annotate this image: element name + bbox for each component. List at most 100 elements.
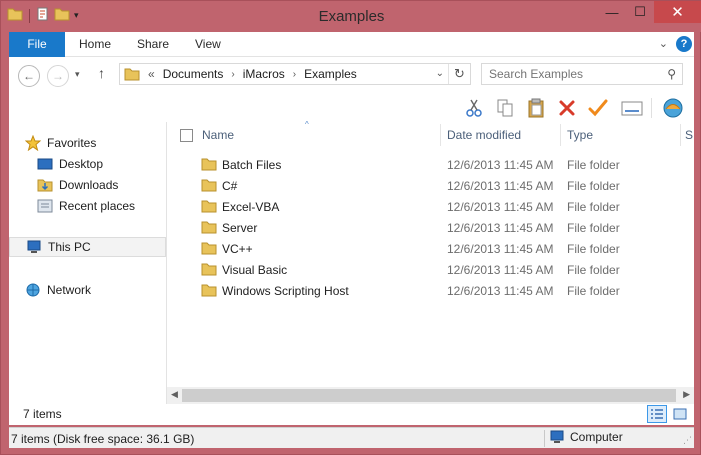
paste-icon[interactable] bbox=[524, 97, 548, 119]
network-icon bbox=[25, 282, 41, 298]
folder-icon bbox=[201, 241, 217, 258]
maximize-button[interactable]: ☐ bbox=[626, 1, 654, 23]
file-date: 12/6/2013 11:45 AM bbox=[447, 179, 554, 193]
nav-favorites[interactable]: Favorites bbox=[25, 133, 165, 153]
folder-icon bbox=[201, 283, 217, 300]
minimize-button[interactable]: — bbox=[598, 1, 626, 23]
explorer-window: ▾ Examples — ☐ ✕ File Home Share View ⌄ … bbox=[0, 0, 701, 455]
title-bar: ▾ Examples — ☐ ✕ bbox=[1, 1, 701, 32]
breadcrumb-imacros[interactable]: iMacros bbox=[243, 67, 285, 81]
disk-space-text: 7 items (Disk free space: 36.1 GB) bbox=[11, 432, 195, 446]
tab-file[interactable]: File bbox=[9, 32, 65, 57]
file-type: File folder bbox=[567, 158, 620, 172]
tab-share[interactable]: Share bbox=[137, 32, 169, 57]
column-size[interactable]: S bbox=[685, 122, 693, 148]
back-button[interactable]: ← bbox=[18, 65, 40, 87]
tab-home[interactable]: Home bbox=[79, 32, 111, 57]
file-date: 12/6/2013 11:45 AM bbox=[447, 263, 554, 277]
nav-recent-places-label: Recent places bbox=[59, 199, 136, 213]
chevron-down-icon[interactable]: ⌄ bbox=[436, 68, 444, 79]
search-box[interactable]: ⚲ bbox=[481, 63, 683, 85]
back-arrow-icon: ← bbox=[23, 69, 35, 83]
resize-grip-icon[interactable]: ⋰ bbox=[683, 435, 692, 446]
column-name[interactable]: Name bbox=[202, 122, 234, 148]
column-divider[interactable] bbox=[560, 124, 561, 146]
file-name: Visual Basic bbox=[222, 263, 288, 277]
nav-this-pc[interactable]: This PC bbox=[9, 237, 166, 257]
downloads-icon bbox=[37, 177, 53, 193]
nav-downloads[interactable]: Downloads bbox=[37, 175, 165, 195]
column-date-modified[interactable]: Date modified bbox=[447, 122, 521, 148]
file-type: File folder bbox=[567, 200, 620, 214]
nav-recent-places[interactable]: Recent places bbox=[37, 196, 165, 216]
folder-icon bbox=[201, 178, 217, 195]
scroll-right-icon[interactable]: ▶ bbox=[683, 389, 690, 400]
folder-icon bbox=[201, 199, 217, 216]
table-row[interactable]: VC++ 12/6/2013 11:45 AM File folder bbox=[167, 238, 687, 259]
column-type[interactable]: Type bbox=[567, 122, 593, 148]
select-all-checkbox[interactable] bbox=[180, 129, 193, 142]
file-type: File folder bbox=[567, 284, 620, 298]
location-label: Computer bbox=[570, 430, 623, 444]
table-row[interactable]: Visual Basic 12/6/2013 11:45 AM File fol… bbox=[167, 259, 687, 280]
column-divider[interactable] bbox=[440, 124, 441, 146]
location-indicator: Computer bbox=[549, 430, 623, 444]
file-name: C# bbox=[222, 179, 238, 193]
large-icons-view-button[interactable] bbox=[670, 405, 690, 423]
file-type: File folder bbox=[567, 263, 620, 277]
breadcrumb-examples[interactable]: Examples bbox=[304, 67, 357, 81]
toolbar-divider bbox=[651, 98, 652, 118]
status-divider bbox=[544, 430, 545, 447]
folder-icon bbox=[201, 262, 217, 279]
properties-icon[interactable] bbox=[620, 97, 644, 119]
close-icon: ✕ bbox=[671, 4, 684, 21]
maximize-icon: ☐ bbox=[634, 4, 646, 19]
refresh-icon[interactable]: ↻ bbox=[448, 64, 470, 84]
column-divider[interactable] bbox=[680, 124, 681, 146]
recent-locations-icon[interactable]: ▾ bbox=[75, 69, 80, 80]
table-row[interactable]: Server 12/6/2013 11:45 AM File folder bbox=[167, 217, 687, 238]
rename-icon[interactable] bbox=[586, 97, 610, 119]
table-row[interactable]: Excel-VBA 12/6/2013 11:45 AM File folder bbox=[167, 196, 687, 217]
nav-desktop[interactable]: Desktop bbox=[37, 154, 165, 174]
tab-view[interactable]: View bbox=[195, 32, 221, 57]
close-button[interactable]: ✕ bbox=[654, 1, 701, 23]
nav-this-pc-label: This PC bbox=[48, 240, 91, 254]
file-name: Windows Scripting Host bbox=[222, 284, 349, 298]
details-view-button[interactable] bbox=[647, 405, 667, 423]
table-row[interactable]: Batch Files 12/6/2013 11:45 AM File fold… bbox=[167, 154, 687, 175]
help-icon[interactable]: ? bbox=[676, 36, 692, 52]
file-name: Excel-VBA bbox=[222, 200, 280, 214]
chevron-right-icon[interactable]: › bbox=[231, 69, 234, 80]
table-row[interactable]: C# 12/6/2013 11:45 AM File folder bbox=[167, 175, 687, 196]
horizontal-scrollbar[interactable]: ◀ ▶ bbox=[167, 387, 694, 404]
file-type: File folder bbox=[567, 242, 620, 256]
nav-network[interactable]: Network bbox=[25, 280, 165, 300]
scrollbar-thumb[interactable] bbox=[182, 389, 676, 402]
table-row[interactable]: Windows Scripting Host 12/6/2013 11:45 A… bbox=[167, 280, 687, 301]
search-input[interactable] bbox=[482, 64, 658, 84]
forward-arrow-icon: → bbox=[52, 69, 64, 83]
file-name: Batch Files bbox=[222, 158, 282, 172]
breadcrumb-documents[interactable]: Documents bbox=[163, 67, 224, 81]
up-arrow-icon[interactable]: ↑ bbox=[98, 65, 105, 81]
copy-icon[interactable] bbox=[493, 97, 517, 119]
delete-icon[interactable] bbox=[555, 97, 579, 119]
forward-button[interactable]: → bbox=[47, 65, 69, 87]
chevron-right-icon[interactable]: › bbox=[293, 69, 296, 80]
breadcrumb-overflow[interactable]: « bbox=[148, 67, 155, 81]
search-icon[interactable]: ⚲ bbox=[667, 67, 676, 81]
scroll-left-icon[interactable]: ◀ bbox=[171, 389, 178, 400]
file-list: ^ Name Date modified Type S Batch Files … bbox=[167, 120, 694, 404]
imacros-icon[interactable] bbox=[661, 97, 685, 119]
file-type: File folder bbox=[567, 179, 620, 193]
navigation-bar: ← → ▾ ↑ « Documents › iMacros › Examples… bbox=[9, 57, 694, 94]
file-date: 12/6/2013 11:45 AM bbox=[447, 221, 554, 235]
ribbon-tabs: File Home Share View ⌄ ? bbox=[9, 32, 694, 57]
expand-ribbon-icon[interactable]: ⌄ bbox=[659, 37, 668, 50]
address-bar[interactable]: « Documents › iMacros › Examples ⌄ ↻ bbox=[119, 63, 471, 85]
nav-downloads-label: Downloads bbox=[59, 178, 119, 192]
imacros-toolbar bbox=[9, 94, 694, 122]
item-count: 7 items bbox=[23, 407, 62, 421]
cut-icon[interactable] bbox=[462, 97, 486, 119]
